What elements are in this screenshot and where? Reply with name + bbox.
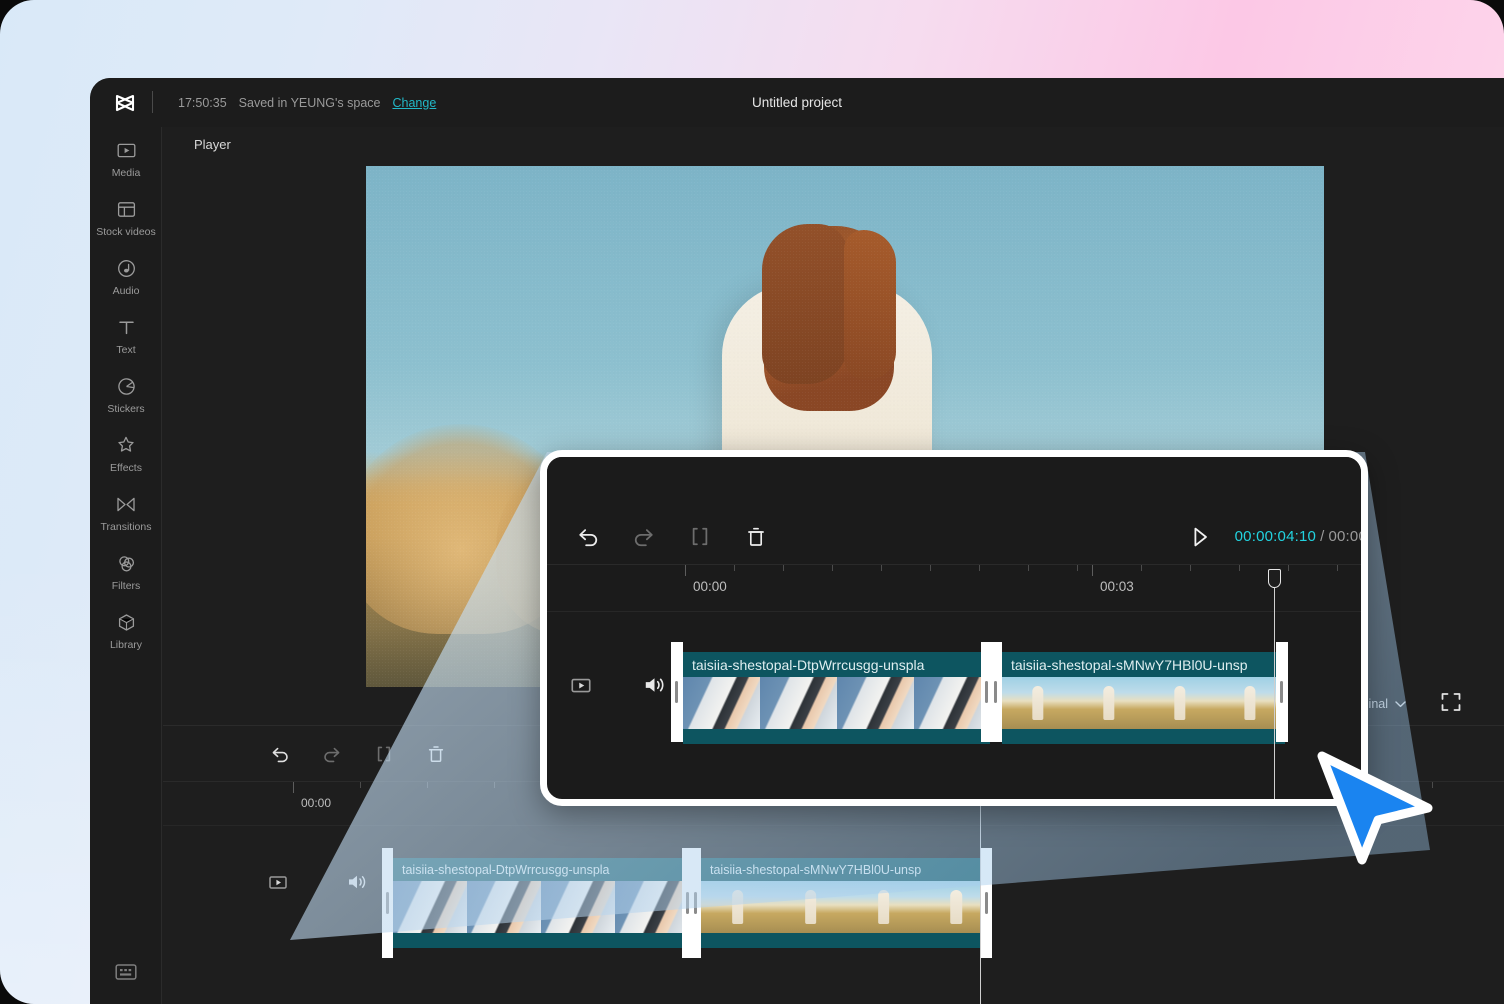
sidebar-item-label: Media [111, 167, 141, 179]
split-icon[interactable] [372, 742, 396, 766]
current-timecode: 00:00:04:10 [1234, 528, 1317, 545]
audio-icon [115, 257, 137, 279]
chevron-down-icon [1395, 697, 1406, 711]
text-icon [115, 316, 137, 338]
playhead-handle[interactable] [1268, 569, 1281, 588]
play-icon[interactable] [1187, 524, 1213, 550]
library-icon [115, 611, 137, 633]
callout-clip[interactable]: taisiia-shestopal-sMNwY7HBl0U-unsp [1002, 652, 1285, 744]
sidebar-item-stickers[interactable]: Stickers [90, 363, 162, 422]
mouse-pointer-icon [1317, 751, 1433, 865]
save-status-group: 17:50:35 Saved in YEUNG's space Change [178, 78, 436, 127]
clip-thumbnails [701, 881, 992, 933]
trash-icon[interactable] [743, 523, 769, 549]
transitions-icon [115, 493, 137, 515]
callout-track-header [569, 673, 668, 702]
sidebar-item-effects[interactable]: Effects [90, 422, 162, 481]
sidebar-bottom [90, 963, 162, 986]
title-bar: 17:50:35 Saved in YEUNG's space Change U… [90, 78, 1504, 127]
filters-icon [115, 552, 137, 574]
clip-title: taisiia-shestopal-sMNwY7HBl0U-unsp [1011, 656, 1248, 673]
sidebar-item-transitions[interactable]: Transitions [90, 481, 162, 540]
ruler-label: 00:00 [693, 579, 727, 594]
video-track-icon[interactable] [569, 673, 593, 702]
media-icon [115, 139, 137, 161]
clip-title: taisiia-shestopal-sMNwY7HBl0U-unsp [710, 862, 922, 877]
sidebar-item-media[interactable]: Media [90, 127, 162, 186]
clip-handle-right[interactable] [1276, 642, 1288, 742]
save-status: Saved in YEUNG's space [238, 95, 381, 110]
undo-icon[interactable] [268, 742, 292, 766]
callout-clip[interactable]: taisiia-shestopal-DtpWrrcusgg-unspla [683, 652, 990, 744]
zoom-callout-panel: 00:00:04:10/00:00 00:00 00:03 taisiia-sh… [540, 450, 1368, 806]
sidebar-item-label: Effects [110, 462, 142, 474]
clip-handle-left[interactable] [382, 848, 393, 958]
callout-playhead[interactable] [1268, 569, 1281, 799]
ruler-label: 00:00 [301, 796, 332, 810]
clip-handle-left[interactable] [690, 848, 701, 958]
undo-icon[interactable] [575, 523, 601, 549]
capcut-logo-icon[interactable] [112, 90, 138, 116]
player-label: Player [194, 137, 231, 152]
timecode-display: 00:00:04:10/00:00 [1234, 528, 1367, 545]
sidebar-item-filters[interactable]: Filters [90, 540, 162, 599]
sidebar-item-stock-videos[interactable]: Stock videos [90, 186, 162, 245]
clip-handle-right[interactable] [981, 848, 992, 958]
sidebar-item-label: Library [109, 639, 143, 651]
volume-icon[interactable] [345, 871, 367, 893]
stock-videos-icon [115, 198, 137, 220]
redo-icon[interactable] [320, 742, 344, 766]
timeline-clip[interactable]: taisiia-shestopal-sMNwY7HBl0U-unsp [701, 858, 992, 948]
clip-handle-left[interactable] [671, 642, 683, 742]
video-track-icon[interactable] [267, 871, 289, 893]
captions-icon[interactable] [115, 963, 137, 986]
sidebar-item-library[interactable]: Library [90, 599, 162, 658]
sidebar-item-label: Audio [112, 285, 140, 297]
trash-icon[interactable] [424, 742, 448, 766]
split-icon[interactable] [687, 523, 713, 549]
clip-title: taisiia-shestopal-DtpWrrcusgg-unspla [692, 656, 925, 673]
sidebar-item-label: Stock videos [96, 226, 156, 238]
redo-icon[interactable] [631, 523, 657, 549]
sidebar-item-text[interactable]: Text [90, 304, 162, 363]
total-timecode: 00:00 [1328, 528, 1367, 545]
callout-ruler[interactable]: 00:00 00:03 [547, 565, 1361, 612]
clip-thumbnails [683, 677, 990, 729]
sidebar: Media Stock videos Audio Text Stickers E… [90, 127, 162, 1004]
titlebar-divider [152, 91, 153, 113]
sidebar-item-audio[interactable]: Audio [90, 245, 162, 304]
ruler-ticks [547, 565, 1361, 576]
fullscreen-icon[interactable] [1440, 691, 1462, 713]
callout-top-strip [547, 457, 1361, 508]
clip-title: taisiia-shestopal-DtpWrrcusgg-unspla [402, 862, 610, 877]
stickers-icon [115, 375, 137, 397]
clip-handle-left[interactable] [990, 642, 1002, 742]
change-link[interactable]: Change [392, 96, 436, 110]
save-time: 17:50:35 [178, 95, 227, 110]
playhead[interactable] [980, 782, 981, 1004]
sidebar-item-label: Filters [111, 580, 141, 592]
sidebar-item-label: Transitions [100, 521, 152, 533]
ruler-label: 00:03 [1100, 579, 1134, 594]
sidebar-item-label: Stickers [107, 403, 145, 415]
clip-thumbnails [393, 881, 690, 933]
timecode-separator: / [1320, 528, 1325, 545]
callout-playback-group: 00:00:04:10/00:00 [1187, 508, 1367, 565]
track-header [267, 871, 367, 893]
effects-icon [115, 434, 137, 456]
volume-icon[interactable] [641, 673, 668, 702]
clip-thumbnails [1002, 677, 1285, 729]
timeline-clip[interactable]: taisiia-shestopal-DtpWrrcusgg-unspla [393, 858, 690, 948]
sidebar-item-label: Text [116, 344, 136, 356]
